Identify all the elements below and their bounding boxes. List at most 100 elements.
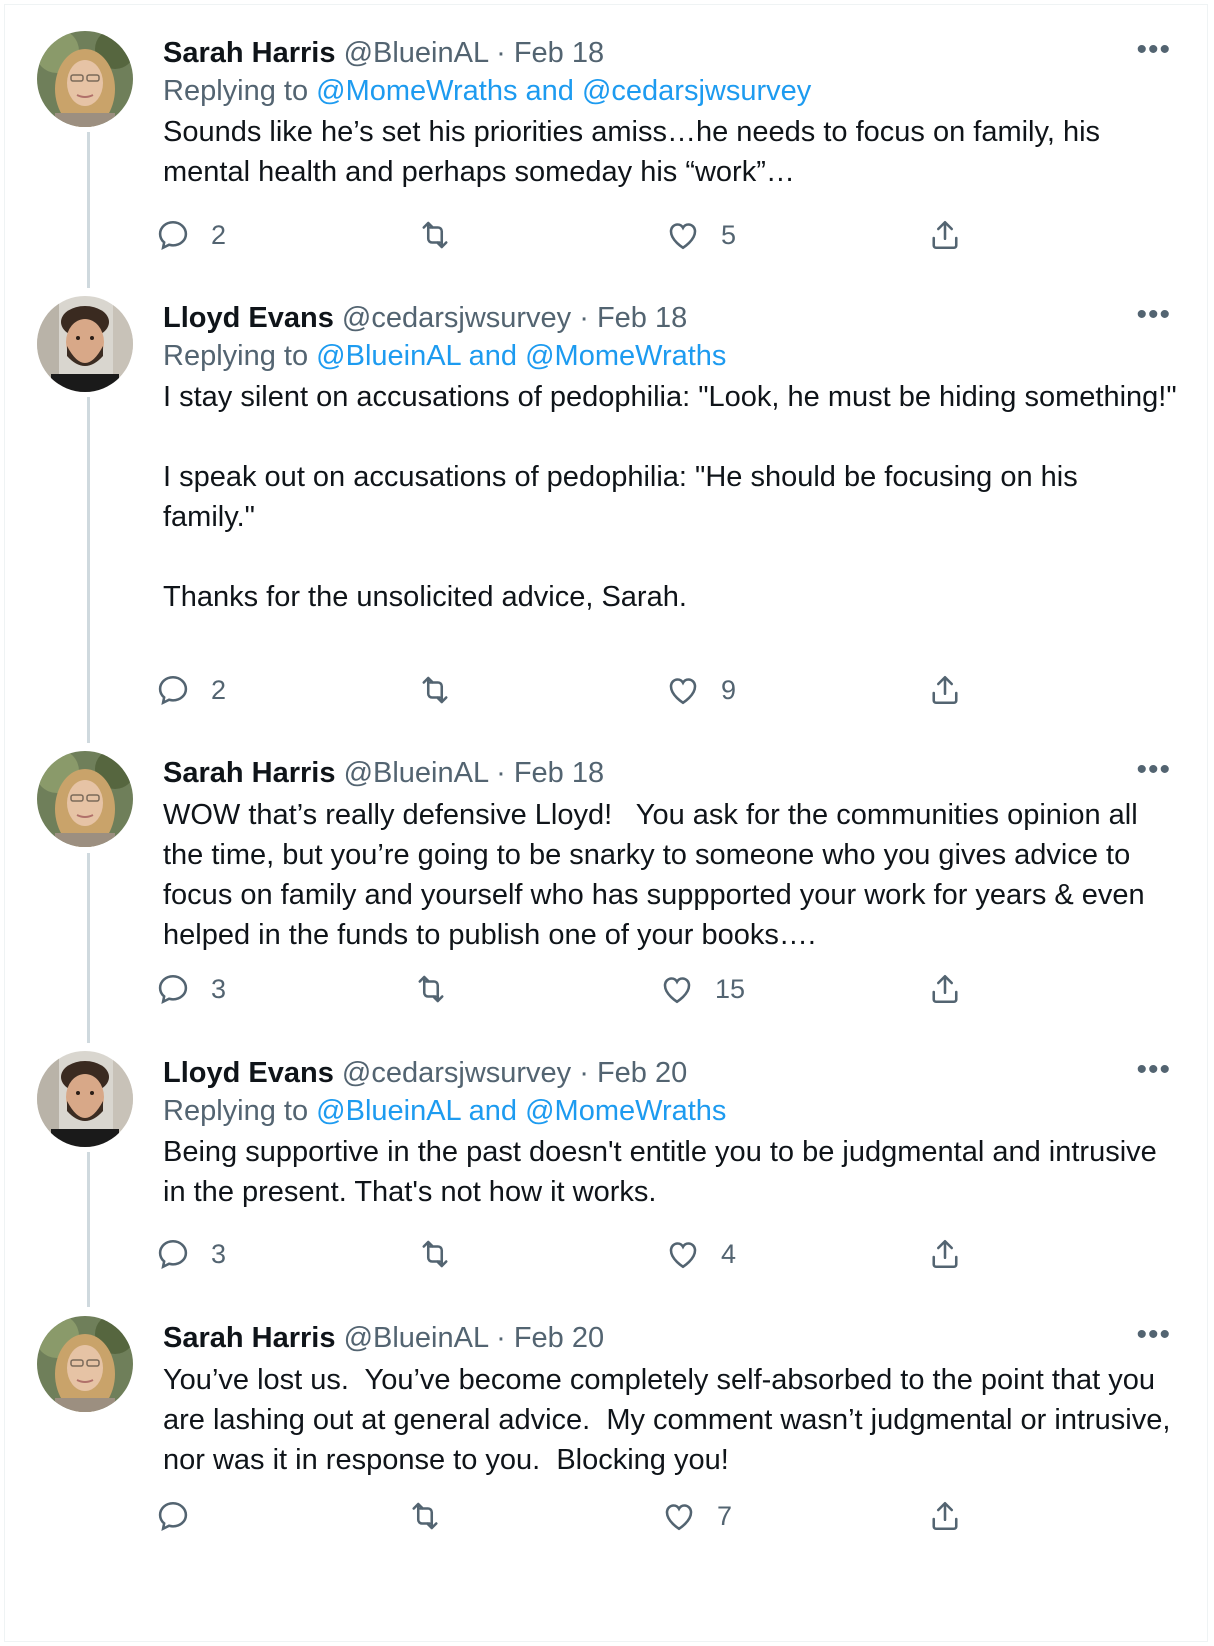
heart-icon xyxy=(665,1504,693,1531)
reply-button[interactable]: 3 xyxy=(155,1236,226,1272)
more-icon[interactable]: ••• xyxy=(1136,1320,1171,1350)
replying-to: Replying to @BlueinAL and @MomeWraths xyxy=(163,1091,1177,1131)
author-handle[interactable]: @BlueinAL xyxy=(344,37,488,69)
like-button[interactable]: 5 xyxy=(665,217,736,253)
heart-icon xyxy=(663,977,691,1004)
reply-count: 2 xyxy=(211,674,227,705)
share-icon xyxy=(932,1501,958,1531)
separator-dot: · xyxy=(579,302,589,334)
tweet-actions: 3 4 xyxy=(158,1236,1023,1276)
replying-prefix: Replying to xyxy=(163,340,317,372)
separator-dot: · xyxy=(496,1322,506,1354)
heart-icon xyxy=(669,1242,697,1269)
retweet-icon xyxy=(412,1502,438,1530)
like-button[interactable]: 7 xyxy=(661,1498,732,1534)
like-count: 9 xyxy=(721,674,737,705)
author-handle[interactable]: @BlueinAL xyxy=(344,757,488,789)
more-icon[interactable]: ••• xyxy=(1136,35,1171,65)
share-icon xyxy=(932,1239,958,1269)
reply-button[interactable]: 2 xyxy=(155,217,226,253)
author-handle[interactable]: @cedarsjwsurvey xyxy=(342,302,571,334)
tweet[interactable]: Lloyd Evans @cedarsjwsurvey · Feb 20 •••… xyxy=(5,1025,1207,1290)
heart-icon xyxy=(669,678,697,705)
tweet-date[interactable]: Feb 18 xyxy=(514,37,604,69)
reply-button[interactable]: 3 xyxy=(155,971,226,1007)
author-name[interactable]: Sarah Harris xyxy=(163,1322,336,1354)
replying-mentions[interactable]: @BlueinAL and @MomeWraths xyxy=(316,1095,726,1127)
tweet-date[interactable]: Feb 20 xyxy=(514,1322,604,1354)
reply-icon xyxy=(158,1501,188,1532)
retweet-button[interactable] xyxy=(417,217,473,253)
share-button[interactable] xyxy=(927,1236,963,1272)
separator-dot: · xyxy=(579,1057,589,1089)
retweet-button[interactable] xyxy=(417,1236,473,1272)
timeline-frame: Sarah Harris @BlueinAL · Feb 18 ••• Repl… xyxy=(4,4,1208,1642)
retweet-icon xyxy=(418,975,444,1003)
tweet[interactable]: Sarah Harris @BlueinAL · Feb 18 ••• Repl… xyxy=(5,5,1207,270)
tweet-actions: 2 9 xyxy=(158,672,1023,712)
author-name[interactable]: Sarah Harris xyxy=(163,757,336,789)
tweet-header: Sarah Harris @BlueinAL · Feb 18 xyxy=(163,755,1177,791)
reply-icon xyxy=(158,974,188,1005)
tweet-header: Lloyd Evans @cedarsjwsurvey · Feb 20 xyxy=(163,1055,1177,1091)
like-count: 4 xyxy=(721,1238,737,1269)
avatar-sarah-harris[interactable] xyxy=(37,31,133,127)
replying-to: Replying to @MomeWraths and @cedarsjwsur… xyxy=(163,71,1177,111)
tweet-actions: 2 5 xyxy=(158,217,1023,257)
more-icon[interactable]: ••• xyxy=(1136,1055,1171,1085)
tweet-header: Sarah Harris @BlueinAL · Feb 20 xyxy=(163,1320,1177,1356)
replying-mentions[interactable]: @BlueinAL and @MomeWraths xyxy=(316,340,726,372)
retweet-icon xyxy=(422,1240,448,1268)
tweet-text: WOW that’s really defensive Lloyd! You a… xyxy=(163,799,1153,951)
share-icon xyxy=(932,675,958,705)
author-handle[interactable]: @BlueinAL xyxy=(344,1322,488,1354)
retweet-icon xyxy=(422,221,448,249)
share-button[interactable] xyxy=(927,971,963,1007)
replying-to: Replying to @BlueinAL and @MomeWraths xyxy=(163,336,1177,376)
replying-prefix: Replying to xyxy=(163,75,317,107)
more-icon[interactable]: ••• xyxy=(1136,300,1171,330)
reply-button[interactable] xyxy=(155,1498,211,1534)
retweet-button[interactable] xyxy=(407,1498,463,1534)
share-button[interactable] xyxy=(927,672,963,708)
like-count: 5 xyxy=(721,219,737,250)
tweet[interactable]: Sarah Harris @BlueinAL · Feb 18 ••• WOW … xyxy=(5,725,1207,1025)
replying-mentions[interactable]: @MomeWraths and @cedarsjwsurvey xyxy=(316,75,811,107)
like-count: 15 xyxy=(715,973,746,1004)
tweet-actions: 7 xyxy=(158,1498,1023,1538)
retweet-button[interactable] xyxy=(417,672,473,708)
tweet-date[interactable]: Feb 18 xyxy=(514,757,604,789)
author-name[interactable]: Lloyd Evans xyxy=(163,302,334,334)
share-button[interactable] xyxy=(927,1498,963,1534)
replying-prefix: Replying to xyxy=(163,1095,317,1127)
like-button[interactable]: 15 xyxy=(659,971,745,1007)
avatar-sarah-harris[interactable] xyxy=(37,751,133,847)
tweet-text: You’ve lost us. You’ve become completely… xyxy=(163,1364,1179,1476)
share-button[interactable] xyxy=(927,217,963,253)
author-name[interactable]: Lloyd Evans xyxy=(163,1057,334,1089)
tweet[interactable]: Lloyd Evans @cedarsjwsurvey · Feb 18 •••… xyxy=(5,270,1207,725)
author-name[interactable]: Sarah Harris xyxy=(163,37,336,69)
reply-icon xyxy=(158,220,188,251)
reply-count: 3 xyxy=(211,973,227,1004)
tweet-date[interactable]: Feb 20 xyxy=(597,1057,687,1089)
like-button[interactable]: 4 xyxy=(665,1236,736,1272)
tweet-header: Lloyd Evans @cedarsjwsurvey · Feb 18 xyxy=(163,300,1177,336)
reply-count: 2 xyxy=(211,219,227,250)
share-icon xyxy=(932,220,958,250)
tweet-header: Sarah Harris @BlueinAL · Feb 18 xyxy=(163,35,1177,71)
reply-button[interactable]: 2 xyxy=(155,672,226,708)
author-handle[interactable]: @cedarsjwsurvey xyxy=(342,1057,571,1089)
tweet[interactable]: Sarah Harris @BlueinAL · Feb 20 ••• You’… xyxy=(5,1290,1207,1630)
avatar-sarah-harris[interactable] xyxy=(37,1316,133,1412)
avatar-lloyd-evans[interactable] xyxy=(37,296,133,392)
like-button[interactable]: 9 xyxy=(665,672,736,708)
more-icon[interactable]: ••• xyxy=(1136,755,1171,785)
avatar-lloyd-evans[interactable] xyxy=(37,1051,133,1147)
reply-icon xyxy=(158,1239,188,1270)
separator-dot: · xyxy=(496,37,506,69)
retweet-button[interactable] xyxy=(413,971,469,1007)
tweet-text: Sounds like he’s set his priorities amis… xyxy=(163,116,1109,188)
tweet-date[interactable]: Feb 18 xyxy=(597,302,687,334)
retweet-icon xyxy=(422,676,448,704)
